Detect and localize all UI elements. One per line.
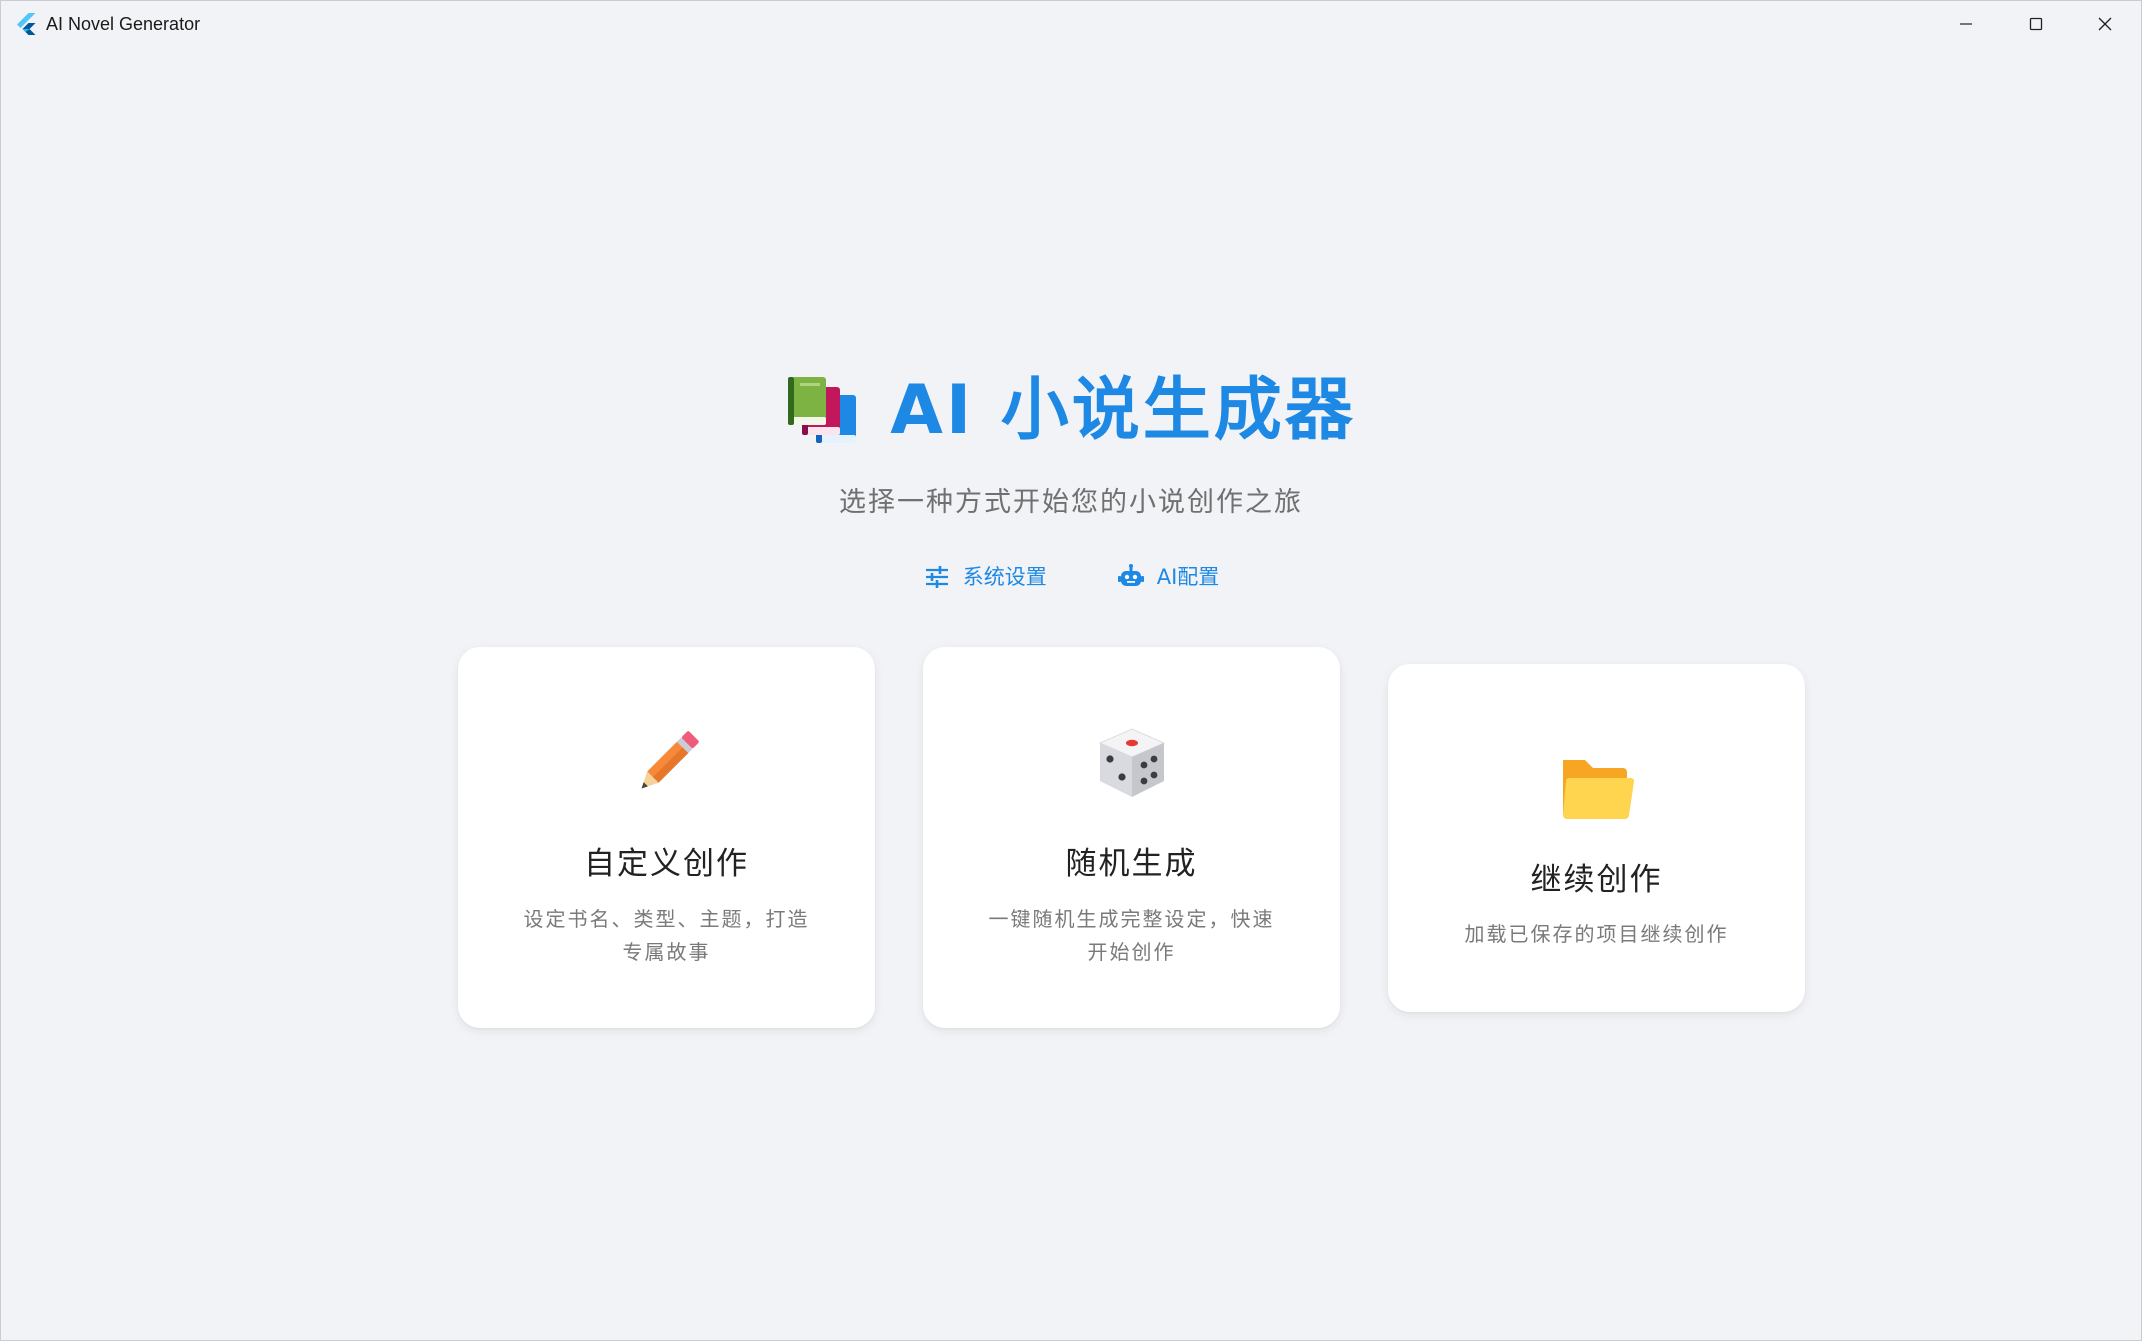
hero-header: AI 小说生成器: [1, 371, 2141, 451]
books-icon: [788, 377, 857, 443]
random-generate-card[interactable]: 随机生成 一键随机生成完整设定，快速开始创作: [923, 647, 1340, 1028]
page-subtitle: 选择一种方式开始您的小说创作之旅: [839, 487, 1303, 518]
ai-config-label: AI配置: [1156, 565, 1220, 589]
card-title: 自定义创作: [584, 846, 749, 882]
app-window: AI Novel Generator AI 小说生成器 选择一种方式开始您的小说…: [0, 0, 2142, 1341]
minimize-icon: [1960, 23, 1972, 25]
card-description: 设定书名、类型、主题，打造专属故事: [523, 907, 810, 964]
card-title: 随机生成: [1065, 846, 1198, 882]
card-description: 一键随机生成完整设定，快速开始创作: [988, 907, 1275, 964]
pencil-icon: [641, 731, 699, 789]
custom-create-card[interactable]: 自定义创作 设定书名、类型、主题，打造专属故事: [458, 647, 875, 1028]
robot-icon: [1117, 564, 1144, 586]
maximize-button[interactable]: [2002, 1, 2070, 47]
window-title: AI Novel Generator: [46, 14, 201, 34]
settings-links: 系统设置 AI配置: [1, 559, 2141, 595]
system-settings-label: 系统设置: [962, 565, 1047, 589]
maximize-icon: [2029, 17, 2043, 31]
dice-icon: [1098, 728, 1165, 797]
card-title: 继续创作: [1530, 862, 1663, 898]
close-button[interactable]: [2071, 1, 2139, 47]
close-icon: [2098, 17, 2112, 31]
continue-create-card[interactable]: 继续创作 加载已保存的项目继续创作: [1388, 664, 1805, 1012]
ai-config-link[interactable]: AI配置: [1117, 559, 1220, 595]
card-description: 加载已保存的项目继续创作: [1464, 922, 1729, 946]
minimize-button[interactable]: [1932, 1, 2000, 47]
page-title: AI 小说生成器: [890, 371, 1356, 450]
sliders-icon: [925, 566, 948, 588]
title-bar[interactable]: AI Novel Generator: [1, 1, 2141, 47]
system-settings-link[interactable]: 系统设置: [923, 559, 1047, 595]
flutter-logo-icon: [17, 13, 36, 35]
folder-icon: [1562, 760, 1634, 820]
